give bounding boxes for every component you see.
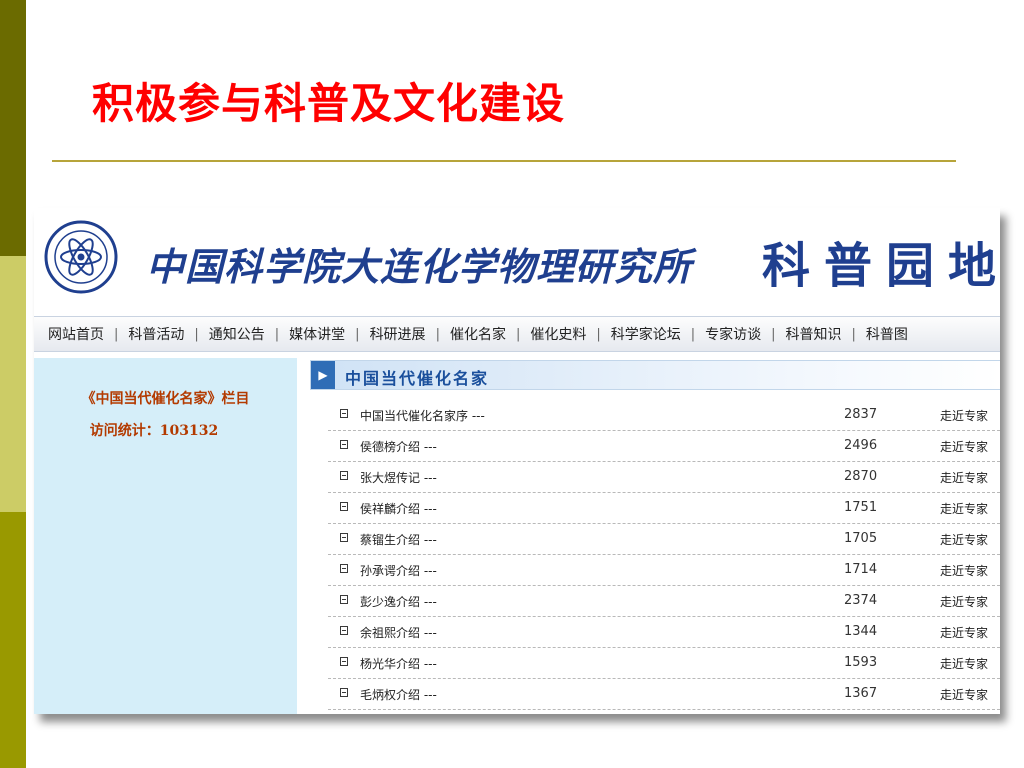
article-title-link[interactable]: 杨光华介绍 --- <box>360 655 437 672</box>
nav-item-media[interactable]: 媒体讲堂 <box>289 324 345 344</box>
article-title-link[interactable]: 毛炳权介绍 --- <box>360 686 437 703</box>
nav-separator: | <box>690 326 696 342</box>
section-header: ▶ 中国当代催化名家 <box>310 360 1000 390</box>
article-list: 中国当代催化名家序 --- 2837 走近专家 侯德榜介绍 --- 2496 走近专家 张大… <box>328 400 1000 710</box>
document-icon <box>340 657 348 666</box>
list-item: 侯祥麟介绍 --- 1751 走近专家 <box>328 493 1000 524</box>
slide-title: 积极参与科普及文化建设 <box>92 79 566 128</box>
institute-name: 中国科学院大连化学物理研究所 <box>146 244 693 289</box>
nav-separator: | <box>851 326 856 342</box>
document-icon <box>340 595 348 604</box>
decor-stripe-bottom <box>0 512 26 768</box>
category-link[interactable]: 走近专家 <box>940 500 988 517</box>
view-count: 1367 <box>844 686 878 701</box>
atom-emblem-icon[interactable] <box>44 220 118 294</box>
document-icon <box>340 688 348 697</box>
category-link[interactable]: 走近专家 <box>940 593 988 610</box>
article-title-link[interactable]: 孙承谔介绍 --- <box>360 562 437 579</box>
nav-separator: | <box>771 326 776 342</box>
view-count: 1714 <box>844 562 878 577</box>
nav-separator: | <box>274 326 280 342</box>
list-item: 彭少逸介绍 --- 2374 走近专家 <box>328 586 1000 617</box>
nav-item-knowledge[interactable]: 科普知识 <box>786 324 842 344</box>
document-icon <box>340 502 348 511</box>
nav-item-forum[interactable]: 科学家论坛 <box>611 324 681 344</box>
article-title-link[interactable]: 彭少逸介绍 --- <box>360 593 437 610</box>
nav-item-activities[interactable]: 科普活动 <box>128 324 184 344</box>
category-link[interactable]: 走近专家 <box>940 624 988 641</box>
list-item: 中国当代催化名家序 --- 2837 走近专家 <box>328 400 1000 431</box>
main-nav: 网站首页 | 科普活动 | 通知公告 | 媒体讲堂 | 科研进展 | 催化名家 … <box>34 316 1000 352</box>
category-link[interactable]: 走近专家 <box>940 562 988 579</box>
nav-item-catalysis-experts[interactable]: 催化名家 <box>450 324 506 344</box>
view-count: 1751 <box>844 500 878 515</box>
view-count: 2837 <box>844 407 878 422</box>
column-title[interactable]: 《中国当代催化名家》栏目 <box>34 388 297 408</box>
nav-separator: | <box>596 326 601 342</box>
article-title-link[interactable]: 张大煜传记 --- <box>360 469 437 486</box>
category-link[interactable]: 走近专家 <box>940 531 988 548</box>
view-count: 1705 <box>844 531 878 546</box>
article-title-link[interactable]: 余祖熙介绍 --- <box>360 624 437 641</box>
document-icon <box>340 440 348 449</box>
list-item: 余祖熙介绍 --- 1344 走近专家 <box>328 617 1000 648</box>
nav-separator: | <box>355 326 360 342</box>
play-arrow-icon: ▶ <box>311 361 335 389</box>
list-item: 杨光华介绍 --- 1593 走近专家 <box>328 648 1000 679</box>
list-item: 孙承谔介绍 --- 1714 走近专家 <box>328 555 1000 586</box>
category-link[interactable]: 走近专家 <box>940 469 988 486</box>
document-icon <box>340 626 348 635</box>
document-icon <box>340 471 348 480</box>
category-link[interactable]: 走近专家 <box>940 686 988 703</box>
view-count: 1593 <box>844 655 878 670</box>
view-count: 2870 <box>844 469 878 484</box>
nav-item-home[interactable]: 网站首页 <box>34 324 104 344</box>
nav-separator: | <box>515 326 521 342</box>
document-icon <box>340 564 348 573</box>
nav-item-research[interactable]: 科研进展 <box>370 324 426 344</box>
article-title-link[interactable]: 侯祥麟介绍 --- <box>360 500 437 517</box>
nav-separator: | <box>114 326 119 342</box>
category-link[interactable]: 走近专家 <box>940 655 988 672</box>
list-item: 毛炳权介绍 --- 1367 走近专家 <box>328 679 1000 710</box>
article-title-link[interactable]: 蔡镏生介绍 --- <box>360 531 437 548</box>
document-icon <box>340 533 348 542</box>
sidebar: 《中国当代催化名家》栏目 访问统计：103132 <box>34 358 297 714</box>
view-count: 1344 <box>844 624 878 639</box>
article-title-link[interactable]: 中国当代催化名家序 --- <box>360 407 485 424</box>
category-link[interactable]: 走近专家 <box>940 438 988 455</box>
nav-item-interviews[interactable]: 专家访谈 <box>705 324 761 344</box>
decor-stripe-middle <box>0 256 26 512</box>
section-title: 中国当代催化名家 <box>345 369 490 388</box>
site-banner: 中国科学院大连化学物理研究所 科普园地 <box>34 208 1000 316</box>
list-item: 蔡镏生介绍 --- 1705 走近专家 <box>328 524 1000 555</box>
website-screenshot: 中国科学院大连化学物理研究所 科普园地 网站首页 | 科普活动 | 通知公告 |… <box>34 208 1000 714</box>
nav-item-notices[interactable]: 通知公告 <box>209 324 265 344</box>
list-item: 侯德榜介绍 --- 2496 走近专家 <box>328 431 1000 462</box>
section-name: 科普园地 <box>762 238 1000 294</box>
list-item: 张大煜传记 --- 2870 走近专家 <box>328 462 1000 493</box>
nav-item-catalysis-history[interactable]: 催化史料 <box>530 324 586 344</box>
category-link[interactable]: 走近专家 <box>940 407 988 424</box>
title-divider <box>52 160 956 162</box>
nav-separator: | <box>435 326 440 342</box>
article-title-link[interactable]: 侯德榜介绍 --- <box>360 438 437 455</box>
nav-item-gallery[interactable]: 科普图 <box>866 324 908 344</box>
view-count: 2374 <box>844 593 878 608</box>
view-count: 2496 <box>844 438 878 453</box>
document-icon <box>340 409 348 418</box>
visit-counter: 访问统计：103132 <box>89 423 219 439</box>
nav-separator: | <box>194 326 199 342</box>
decor-stripe-top <box>0 0 26 256</box>
